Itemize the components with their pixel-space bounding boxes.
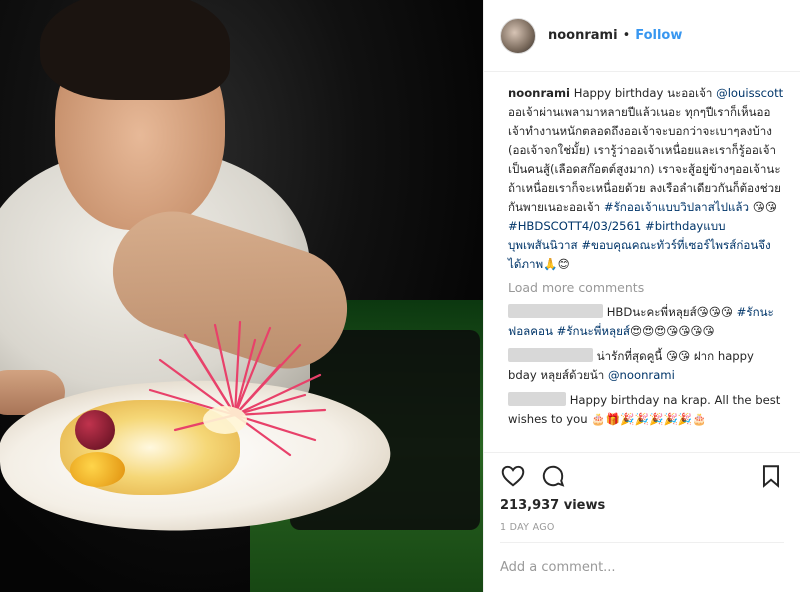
add-comment-input[interactable]: Add a comment... [500,542,784,592]
instagram-post: noonrami • Follow noonrami Happy birthda… [0,0,800,592]
mention-link[interactable]: @louisscott [716,86,783,100]
post-date[interactable]: 1 DAY AGO [484,522,800,542]
caption: noonrami Happy birthday นะออเจ้า @louiss… [508,84,784,274]
follow-button[interactable]: Follow [635,28,682,43]
post-sidebar: noonrami • Follow noonrami Happy birthda… [483,0,800,592]
comment-text: HBDนะคะพี่หลุยส์😘😘😘 [606,305,733,319]
person-hair [40,0,230,100]
redacted-username [508,304,603,318]
caption-body: ออเจ้าผ่านเพลามาหลายปีแล้วเนอะ ทุกๆปีเรา… [508,105,781,214]
mention-link[interactable]: @noonrami [608,368,675,382]
bookmark-icon[interactable] [758,463,784,489]
load-more-comments[interactable]: Load more comments [508,280,784,295]
comment-item: น่ารักที่สุดคูนี้ 😘😘 ฝาก happy bday หลุย… [508,347,784,385]
comment-item: HBDนะคะพี่หลุยส์😘😘😘 #รักนะฟอลคอน #รักนะพ… [508,303,784,341]
views-count[interactable]: 213,937 views [484,498,800,516]
caption-username[interactable]: noonrami [508,86,570,100]
redacted-username [508,348,593,362]
fruit-orange [70,452,125,487]
caption-emoji: 🙏😊 [543,257,570,271]
hashtag-link[interactable]: #HBDSCOTT4/03/2561 [508,219,641,233]
post-header: noonrami • Follow [484,0,800,72]
comment-item: Happy birthday na krap. All the best wis… [508,391,784,429]
username-link[interactable]: noonrami [548,28,618,43]
heart-icon[interactable] [500,463,526,489]
fruit-red [75,410,115,450]
post-media[interactable] [0,0,483,592]
comments-area: noonrami Happy birthday นะออเจ้า @louiss… [484,72,800,452]
redacted-username [508,392,566,406]
firework-sparkler [148,320,327,457]
comment-emoji: 😍😍😍😘😘😘😘 [629,324,715,338]
hashtag-link[interactable]: #รักออเจ้าแบบวิปลาสไปแล้ว [604,200,749,214]
comment-bubble-icon[interactable] [540,463,566,489]
caption-line1: Happy birthday นะออเจ้า [570,86,717,100]
separator-dot: • [622,28,631,43]
caption-emoji: 😘😘 [749,200,777,214]
avatar[interactable] [500,17,536,54]
action-bar [484,452,800,498]
